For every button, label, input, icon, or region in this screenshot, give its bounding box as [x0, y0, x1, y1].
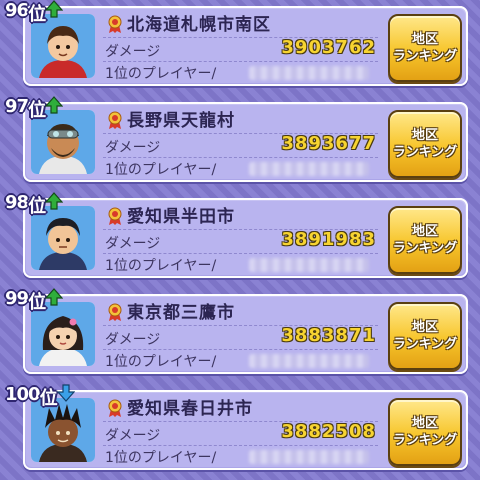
rank-label: 96 位 — [5, 0, 64, 26]
rank-number: 97 — [5, 96, 29, 117]
damage-label: ダメージ — [105, 332, 161, 348]
ribbon-icon — [108, 207, 122, 225]
rank-number: 96 — [5, 0, 29, 21]
damage-value: 3882508 — [281, 421, 376, 442]
rank-down-icon — [56, 384, 75, 402]
button-label-line2: ランキング — [392, 337, 458, 352]
rank-label: 99 位 — [5, 288, 64, 314]
region-name: 長野県天龍村 — [127, 111, 235, 131]
rank-suffix: 位 — [39, 388, 58, 409]
rank-suffix: 位 — [28, 196, 46, 217]
button-label-line2: ランキング — [392, 241, 458, 256]
rank-suffix: 位 — [28, 4, 46, 25]
rank-number: 98 — [5, 192, 29, 213]
top-player-label: 1位のプレイヤー/ — [105, 66, 217, 82]
ribbon-icon — [108, 111, 122, 129]
damage-label: ダメージ — [105, 140, 161, 156]
rank-label: 97 位 — [5, 96, 64, 122]
button-label-line1: 地区 — [411, 224, 438, 239]
ranking-row: 99 位 東京都三鷹市 ダメージ 3883871 1位のプレイヤー/ 地区 ランキ… — [5, 288, 468, 374]
rank-suffix: 位 — [28, 292, 46, 313]
ribbon-icon — [108, 15, 122, 33]
rank-label: 100 位 — [5, 384, 75, 410]
button-label-line1: 地区 — [411, 32, 438, 47]
ribbon-icon — [108, 303, 122, 321]
button-label-line1: 地区 — [411, 416, 438, 431]
damage-value: 3883871 — [281, 325, 376, 346]
top-player-name-blurred — [249, 66, 369, 80]
button-label-line2: ランキング — [392, 145, 458, 160]
top-player-name-blurred — [249, 450, 369, 464]
damage-value: 3893677 — [281, 133, 376, 154]
rank-up-icon — [45, 96, 64, 114]
rank-suffix: 位 — [28, 100, 46, 121]
rank-number: 99 — [5, 288, 29, 309]
region-ranking-button[interactable]: 地区 ランキング — [388, 302, 462, 370]
top-player-label: 1位のプレイヤー/ — [105, 258, 217, 274]
button-label-line1: 地区 — [411, 320, 438, 335]
region-name: 愛知県春日井市 — [127, 399, 253, 419]
rank-up-icon — [45, 192, 64, 210]
top-player-label: 1位のプレイヤー/ — [105, 354, 217, 370]
damage-value: 3891983 — [281, 229, 376, 250]
region-ranking-button[interactable]: 地区 ランキング — [388, 110, 462, 178]
ranking-row: 98 位 愛知県半田市 ダメージ 3891983 1位のプレイヤー/ 地区 ランキ… — [5, 192, 468, 278]
divider — [103, 445, 378, 446]
ranking-row: 100 位 愛知県春日井市 ダメージ 3882508 1位のプレイヤー/ 地区 ラ… — [5, 384, 468, 470]
rank-number: 100 — [5, 384, 41, 405]
ribbon-icon — [108, 399, 122, 417]
region-ranking-button[interactable]: 地区 ランキング — [388, 398, 462, 466]
divider — [103, 157, 378, 158]
top-player-label: 1位のプレイヤー/ — [105, 162, 217, 178]
rank-up-icon — [45, 0, 64, 18]
top-player-name-blurred — [249, 354, 369, 368]
top-player-name-blurred — [249, 162, 369, 176]
region-name: 愛知県半田市 — [127, 207, 235, 227]
button-label-line2: ランキング — [392, 49, 458, 64]
region-name: 北海道札幌市南区 — [127, 15, 271, 35]
damage-label: ダメージ — [105, 428, 161, 444]
ranking-row: 97 位 長野県天龍村 ダメージ 3893677 1位のプレイヤー/ 地区 ランキ… — [5, 96, 468, 182]
region-ranking-button[interactable]: 地区 ランキング — [388, 206, 462, 274]
damage-label: ダメージ — [105, 236, 161, 252]
region-ranking-button[interactable]: 地区 ランキング — [388, 14, 462, 82]
top-player-name-blurred — [249, 258, 369, 272]
divider — [103, 253, 378, 254]
region-name: 東京都三鷹市 — [127, 303, 235, 323]
ranking-list: 96 位 北海道札幌市南区 ダメージ 3903762 1位のプレイヤー/ 地区 ラ… — [0, 0, 480, 480]
rank-up-icon — [45, 288, 64, 306]
ranking-row: 96 位 北海道札幌市南区 ダメージ 3903762 1位のプレイヤー/ 地区 ラ… — [5, 0, 468, 86]
divider — [103, 349, 378, 350]
top-player-label: 1位のプレイヤー/ — [105, 450, 217, 466]
rank-label: 98 位 — [5, 192, 64, 218]
divider — [103, 61, 378, 62]
button-label-line1: 地区 — [411, 128, 438, 143]
damage-label: ダメージ — [105, 44, 161, 60]
button-label-line2: ランキング — [392, 433, 458, 448]
damage-value: 3903762 — [281, 37, 376, 58]
